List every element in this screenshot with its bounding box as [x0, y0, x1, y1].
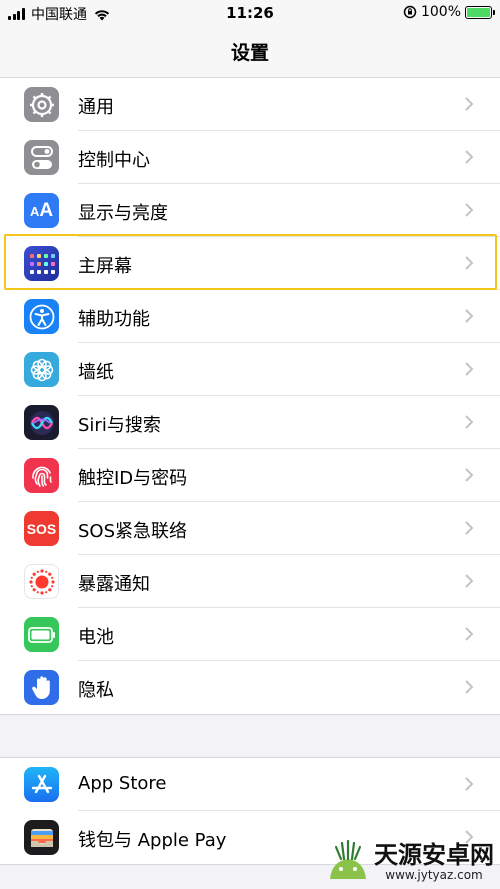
settings-group-main: 通用 控制中心 AA 显示与亮度 主屏幕 辅助功能 墙纸 Siri与搜索 触控I… — [0, 77, 500, 715]
row-label: 触控ID与密码 — [78, 468, 188, 489]
settings-row-general[interactable]: 通用 — [0, 78, 500, 131]
settings-row-battery[interactable]: 电池 — [0, 608, 500, 661]
row-label: 电池 — [78, 627, 114, 648]
nav-bar: 设置 — [0, 26, 500, 78]
home-screen-icon — [24, 246, 59, 281]
watermark-text: 天源安卓网 — [374, 840, 494, 869]
rotation-lock-icon — [403, 5, 417, 19]
chevron-right-icon — [465, 415, 474, 429]
chevron-right-icon — [465, 468, 474, 482]
row-label: 控制中心 — [78, 150, 150, 171]
page-title: 设置 — [230, 42, 269, 64]
settings-row-app-store[interactable]: App Store — [0, 758, 500, 811]
chevron-right-icon — [465, 256, 474, 270]
row-label: 隐私 — [78, 680, 114, 701]
watermark: 天源安卓网 www.jytyaz.com — [322, 839, 494, 885]
chevron-right-icon — [465, 203, 474, 217]
sos-icon: SOS — [24, 511, 59, 546]
settings-row-sos[interactable]: SOS SOS紧急联络 — [0, 502, 500, 555]
battery-status-icon — [465, 5, 495, 19]
battery-icon — [24, 617, 59, 652]
settings-row-home-screen[interactable]: 主屏幕 — [0, 237, 500, 290]
row-label: 显示与亮度 — [78, 203, 168, 224]
battery-percent: 100% — [420, 4, 461, 20]
chevron-right-icon — [465, 362, 474, 376]
toggles-icon — [24, 140, 59, 175]
row-label: 暴露通知 — [78, 574, 150, 595]
fingerprint-icon — [24, 458, 59, 493]
status-bar: 中国联通 11:26 100% — [0, 0, 500, 26]
exposure-icon — [24, 564, 59, 599]
settings-row-wallpaper[interactable]: 墙纸 — [0, 343, 500, 396]
gear-icon — [24, 87, 59, 122]
siri-icon — [24, 405, 59, 440]
settings-row-touch-id[interactable]: 触控ID与密码 — [0, 449, 500, 502]
wallet-icon — [24, 820, 59, 855]
chevron-right-icon — [465, 777, 474, 791]
settings-row-accessibility[interactable]: 辅助功能 — [0, 290, 500, 343]
row-label: 钱包与 Apple Pay — [78, 830, 227, 851]
wallpaper-flower-icon — [24, 352, 59, 387]
status-right: 100% — [403, 4, 495, 20]
row-label: Siri与搜索 — [78, 415, 161, 436]
row-label: 主屏幕 — [78, 256, 132, 277]
watermark-url: www.jytyaz.com — [385, 868, 483, 882]
chevron-right-icon — [465, 521, 474, 535]
chevron-right-icon — [465, 309, 474, 323]
text-size-icon: AA — [24, 193, 59, 228]
chevron-right-icon — [465, 574, 474, 588]
accessibility-icon — [24, 299, 59, 334]
chevron-right-icon — [465, 97, 474, 111]
row-label: SOS紧急联络 — [78, 521, 188, 542]
settings-row-display[interactable]: AA 显示与亮度 — [0, 184, 500, 237]
settings-row-privacy[interactable]: 隐私 — [0, 661, 500, 714]
row-label: 墙纸 — [78, 362, 114, 383]
settings-row-siri[interactable]: Siri与搜索 — [0, 396, 500, 449]
android-logo-icon — [330, 839, 366, 879]
chevron-right-icon — [465, 150, 474, 164]
settings-row-exposure[interactable]: 暴露通知 — [0, 555, 500, 608]
chevron-right-icon — [465, 680, 474, 694]
row-label: 辅助功能 — [78, 309, 150, 330]
row-label: 通用 — [78, 97, 114, 118]
settings-row-control-center[interactable]: 控制中心 — [0, 131, 500, 184]
app-store-icon — [24, 767, 59, 802]
row-label: App Store — [78, 773, 167, 794]
chevron-right-icon — [465, 627, 474, 641]
hand-icon — [24, 670, 59, 705]
